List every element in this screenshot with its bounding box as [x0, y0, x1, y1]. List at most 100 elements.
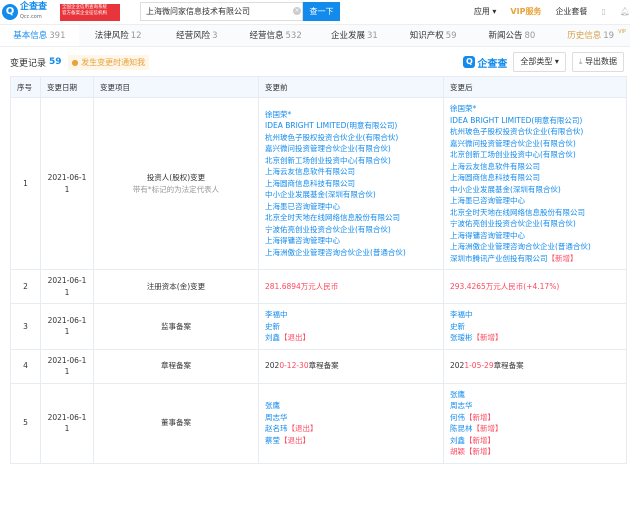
nav-vip[interactable]: VIP服务	[510, 6, 541, 17]
entity-link[interactable]: 上海云友信息软件有限公司	[265, 167, 355, 176]
change-tag: 【退出】	[280, 435, 310, 445]
list-item: 中小企业发展基金(深圳有限合伙)	[265, 189, 437, 201]
entity-link[interactable]: 周志华	[450, 401, 473, 410]
tab-label: 基本信息	[13, 31, 48, 41]
nav-apps[interactable]: 应用 ▾	[474, 6, 497, 17]
search-bar: × 查一下	[140, 2, 340, 21]
tab-6[interactable]: 新闻公告 80	[473, 25, 552, 46]
entity-link[interactable]: 杭州玻色子股权投资合伙企业(有限合伙)	[265, 133, 398, 142]
tab-label: 知识产权	[409, 31, 444, 41]
entity-link[interactable]: 上海洲傲企业管理咨询合伙企业(普通合伙)	[265, 248, 406, 257]
value-before: 281.6894万元人民币	[258, 269, 444, 304]
list-item: 嘉兴微问投资管理合伙企业(有限合伙)	[265, 143, 437, 155]
entity-link[interactable]: 胡颖	[450, 447, 465, 456]
list-item: 刘鑫【新增】	[450, 435, 620, 447]
entity-link[interactable]: 嘉兴微问投资管理合伙企业(有限合伙)	[450, 139, 576, 148]
entity-link[interactable]: 刘鑫	[265, 333, 280, 342]
table-row: 1 2021-06-11 投资人(股权)变更 带有*标记的为法定代表人 徐国荣* IDEA…	[10, 97, 627, 270]
list-item: 徐国荣*	[450, 103, 620, 115]
tab-label: 法律风险	[94, 31, 129, 41]
entity-link[interactable]: IDEA BRIGHT LIMITED(明意有限公司)	[450, 116, 582, 125]
tab-2[interactable]: 经营风险 3	[158, 25, 237, 46]
entity-link[interactable]: 上海墨已咨询管理中心	[265, 202, 340, 211]
entity-link[interactable]: 北京全时天地在线网络信息股份有限公司	[265, 213, 400, 222]
entity-link[interactable]: 徐国荣*	[265, 110, 291, 119]
entity-link[interactable]: 上海圆商信息科技有限公司	[265, 179, 355, 188]
entity-link[interactable]: 深圳市腾讯产业创投有限公司	[450, 254, 548, 263]
section-title: 变更记录	[10, 58, 47, 69]
entity-link[interactable]: 北京全时天地在线网络信息股份有限公司	[450, 208, 585, 217]
entity-link[interactable]: 张鹰	[265, 401, 280, 410]
entity-link[interactable]: 北京创新工场创业投资中心(有限合伙)	[265, 156, 391, 165]
entity-link[interactable]: 周志华	[265, 413, 288, 422]
tab-7[interactable]: 历史信息 19 VIP	[551, 25, 630, 46]
table-row: 3 2021-06-11 监事备案 李福中 史新 刘鑫【退出】 李福中 史新 张瑷彬【新增】	[10, 303, 627, 350]
brand-text: 企查查	[477, 58, 508, 70]
list-item: 上海得镛咨询管理中心	[265, 235, 437, 247]
section-count: 59	[49, 57, 62, 67]
nav-packages[interactable]: 企业套餐	[555, 6, 587, 17]
change-tag: 【退出】	[287, 424, 318, 433]
entity-link[interactable]: 蔡莹	[265, 436, 280, 445]
value-after: 李福中 史新 张瑷彬【新增】	[443, 303, 627, 350]
entity-link[interactable]: 史新	[265, 322, 280, 331]
entity-link[interactable]: 中小企业发展基金(深圳有限合伙)	[265, 190, 376, 199]
entity-link[interactable]: 中小企业发展基金(深圳有限合伙)	[450, 185, 561, 194]
search-button[interactable]: 查一下	[303, 2, 340, 21]
tab-1[interactable]: 法律风险 12	[79, 25, 158, 46]
tab-0[interactable]: 基本信息 391	[0, 25, 79, 46]
list-item: 上海圆商信息科技有限公司	[265, 178, 437, 190]
entity-link[interactable]: 李福中	[265, 310, 288, 319]
entity-link[interactable]: 何伟	[450, 413, 465, 422]
entity-link[interactable]: 陈昆林	[450, 424, 473, 433]
tab-3[interactable]: 经营信息 532	[236, 25, 315, 46]
export-button[interactable]: ⤓ 导出数据	[571, 52, 624, 72]
entity-link[interactable]: 宁波佑亮创业投资合伙企业(有限合伙)	[450, 219, 576, 228]
list-item: 北京创新工场创业投资中心(有限合伙)	[450, 149, 620, 161]
row-number: 1	[10, 97, 41, 270]
value-before: 李福中 史新 刘鑫【退出】	[258, 303, 444, 350]
bell-icon[interactable]: 🔔︎	[620, 7, 630, 16]
entity-link[interactable]: 宁波佑亮创业投资合伙企业(有限合伙)	[265, 225, 391, 234]
list-item: 上海云友信息软件有限公司	[265, 166, 437, 178]
logo[interactable]: Q 企查查 Qcc.com	[2, 2, 60, 22]
list-item: 杭州玻色子股权投资合伙企业(有限合伙)	[265, 132, 437, 144]
entity-link[interactable]: 嘉兴微问投资管理合伙企业(有限合伙)	[265, 144, 391, 153]
logo-icon: Q	[2, 4, 18, 20]
change-item-label: 注册资本(金)变更	[146, 281, 206, 291]
entity-link[interactable]: 赵名玮	[265, 424, 288, 433]
entity-link[interactable]: 张瑷彬	[450, 333, 473, 342]
list-item: 张鹰	[450, 389, 620, 401]
entity-link[interactable]: 上海圆商信息科技有限公司	[450, 173, 540, 182]
brand-icon: Q	[463, 56, 476, 68]
phone-icon[interactable]: ▯	[601, 7, 605, 16]
list-item: IDEA BRIGHT LIMITED(明意有限公司)	[450, 115, 620, 127]
value-before: 张鹰 周志华 赵名玮【退出】 蔡莹【退出】	[258, 382, 444, 464]
list-item: 赵名玮【退出】	[265, 423, 437, 435]
entity-link[interactable]: 史新	[450, 322, 465, 331]
entity-link[interactable]: 杭州玻色子股权投资合伙企业(有限合伙)	[450, 127, 583, 136]
entity-link[interactable]: 上海得镛咨询管理中心	[450, 231, 525, 240]
entity-link[interactable]: 李福中	[450, 310, 473, 319]
tab-label: 经营信息	[249, 31, 284, 41]
entity-link[interactable]: 徐国荣*	[450, 104, 476, 113]
notify-button[interactable]: ● 发生变更时通知我	[67, 54, 150, 70]
tab-5[interactable]: 知识产权 59	[394, 25, 473, 46]
list-item: 深圳市腾讯产业创投有限公司【新增】	[450, 253, 620, 265]
entity-link[interactable]: IDEA BRIGHT LIMITED(明意有限公司)	[265, 121, 397, 130]
entity-link[interactable]: 张鹰	[450, 390, 465, 399]
tab-label: 新闻公告	[488, 31, 523, 41]
type-filter-dropdown[interactable]: 全部类型 ▾	[513, 52, 566, 72]
tab-4[interactable]: 企业发展 31	[315, 25, 394, 46]
entity-link[interactable]: 上海得镛咨询管理中心	[265, 236, 340, 245]
column-header: 序号	[10, 76, 41, 98]
value-text: 0-12-30	[279, 361, 309, 371]
entity-link[interactable]: 刘鑫	[450, 436, 465, 445]
entity-link[interactable]: 上海洲傲企业管理咨询合伙企业(普通合伙)	[450, 242, 591, 251]
entity-link[interactable]: 上海云友信息软件有限公司	[450, 162, 540, 171]
search-input[interactable]	[140, 2, 303, 21]
entity-link[interactable]: 上海墨已咨询管理中心	[450, 196, 525, 205]
clear-icon[interactable]: ×	[293, 7, 301, 15]
entity-link[interactable]: 北京创新工场创业投资中心(有限合伙)	[450, 150, 576, 159]
change-item-label: 监事备案	[161, 321, 191, 331]
